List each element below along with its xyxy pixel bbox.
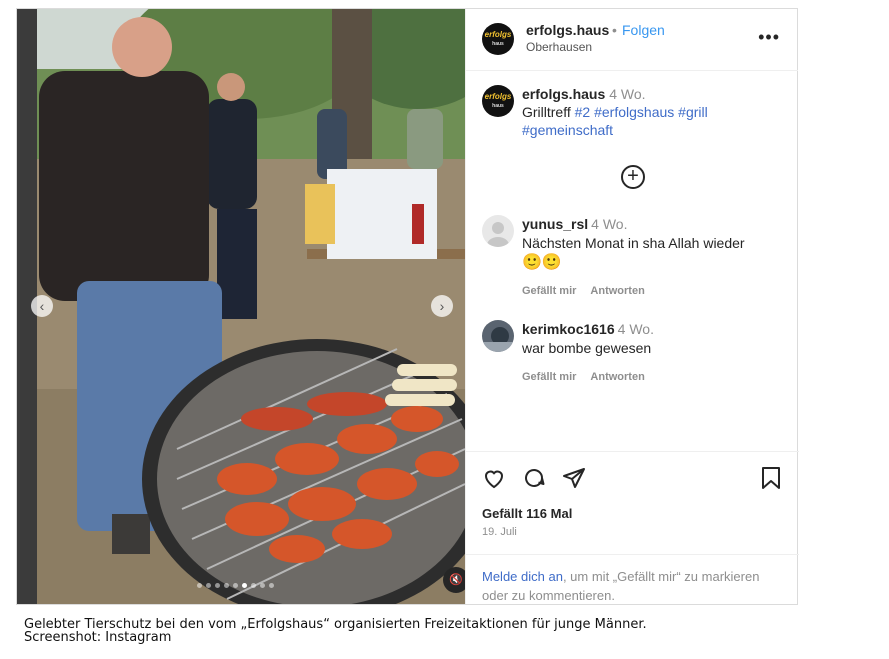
carousel-dots bbox=[197, 583, 274, 588]
comment-emoji: 🙂🙂 bbox=[522, 254, 562, 271]
comment-text: Nächsten Monat in sha Allah wieder bbox=[522, 235, 745, 251]
post-photo[interactable]: ‹ › 🔇 bbox=[17, 9, 465, 604]
caption-time: 4 Wo. bbox=[609, 86, 646, 102]
separator-dot: • bbox=[612, 22, 617, 38]
more-icon[interactable]: ••• bbox=[758, 27, 780, 48]
next-image-button[interactable]: › bbox=[431, 295, 453, 317]
previous-image-button[interactable]: ‹ bbox=[31, 295, 53, 317]
mute-icon[interactable]: 🔇 bbox=[443, 567, 465, 593]
grill-scene-image bbox=[17, 9, 465, 604]
post-actions: Gefällt 116 Mal 19. Juli Melde dich an, … bbox=[466, 451, 799, 603]
comment-reply-button[interactable]: Antworten bbox=[590, 282, 644, 301]
comment-username[interactable]: kerimkoc1616 bbox=[522, 321, 615, 337]
comment-reply-button[interactable]: Antworten bbox=[590, 368, 644, 387]
caption-avatar[interactable]: erfolgs haus bbox=[482, 85, 514, 117]
comment-time: 4 Wo. bbox=[591, 216, 628, 232]
caption-text: Grilltreff bbox=[522, 104, 571, 120]
hashtag-number[interactable]: #2 bbox=[575, 104, 591, 120]
comment-icon[interactable] bbox=[522, 466, 546, 490]
login-link[interactable]: Melde dich an bbox=[482, 569, 563, 584]
comment-like-button[interactable]: Gefällt mir bbox=[522, 282, 576, 301]
instagram-post: ‹ › 🔇 erfolgs haus erfolgs.haus • Folgen… bbox=[16, 8, 799, 605]
figure-caption-line-2: Screenshot: Instagram bbox=[24, 630, 172, 645]
likes-count[interactable]: Gefällt 116 Mal bbox=[482, 506, 572, 521]
action-icons-row bbox=[482, 466, 782, 492]
load-more-comments-icon[interactable]: + bbox=[621, 165, 645, 189]
comment-username[interactable]: yunus_rsl bbox=[522, 216, 588, 232]
caption-username[interactable]: erfolgs.haus bbox=[522, 86, 605, 102]
login-prompt: Melde dich an, um mit „Gefällt mir“ zu m… bbox=[466, 554, 799, 617]
comment-like-button[interactable]: Gefällt mir bbox=[522, 368, 576, 387]
location-link[interactable]: Oberhausen bbox=[526, 40, 592, 54]
comment-avatar[interactable] bbox=[482, 320, 514, 352]
comment-text: war bombe gewesen bbox=[522, 340, 652, 356]
bookmark-icon[interactable] bbox=[760, 466, 782, 490]
comment-time: 4 Wo. bbox=[617, 321, 654, 337]
post-header: erfolgs haus erfolgs.haus • Folgen Oberh… bbox=[466, 9, 798, 71]
comment-avatar[interactable] bbox=[482, 215, 514, 247]
account-username[interactable]: erfolgs.haus bbox=[526, 22, 609, 38]
post-date: 19. Juli bbox=[482, 526, 517, 538]
account-avatar[interactable]: erfolgs haus bbox=[482, 23, 514, 55]
share-icon[interactable] bbox=[562, 466, 586, 490]
post-sidebar: erfolgs haus erfolgs.haus • Folgen Oberh… bbox=[465, 9, 799, 604]
heart-icon[interactable] bbox=[482, 466, 506, 490]
follow-button[interactable]: Folgen bbox=[622, 22, 665, 38]
